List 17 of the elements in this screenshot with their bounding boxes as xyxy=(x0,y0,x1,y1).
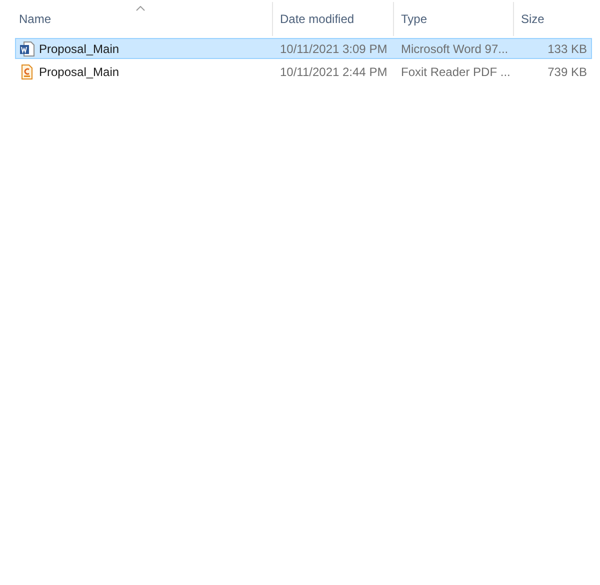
size-cell-text: 133 KB xyxy=(546,40,588,58)
word-document-icon xyxy=(19,40,35,56)
column-header[interactable]: Date modified xyxy=(272,2,393,36)
date-cell-text: 10/11/2021 2:44 PM xyxy=(279,64,388,80)
type-cell-text: Microsoft Word 97... xyxy=(400,40,510,58)
column-header[interactable]: Type xyxy=(393,2,513,36)
date-cell-text: 10/11/2021 3:09 PM xyxy=(279,40,388,58)
file-name: Proposal_Main xyxy=(39,40,120,58)
pdf-document-icon xyxy=(19,64,35,80)
column-header[interactable]: Name xyxy=(0,2,272,36)
type-cell-text: Foxit Reader PDF ... xyxy=(400,64,512,80)
file-name: Proposal_Main xyxy=(39,64,120,80)
size-cell-text: 739 KB xyxy=(546,64,588,80)
column-header[interactable]: Size xyxy=(513,2,592,36)
file-row[interactable]: Proposal_Main 10/11/2021 3:09 PM Microsoft Word 97... 133 KB xyxy=(15,38,592,59)
file-row[interactable]: Proposal_Main 10/11/2021 2:44 PM Foxit Reader PDF ... 739 KB xyxy=(15,61,592,82)
sort-ascending-icon xyxy=(136,6,145,10)
